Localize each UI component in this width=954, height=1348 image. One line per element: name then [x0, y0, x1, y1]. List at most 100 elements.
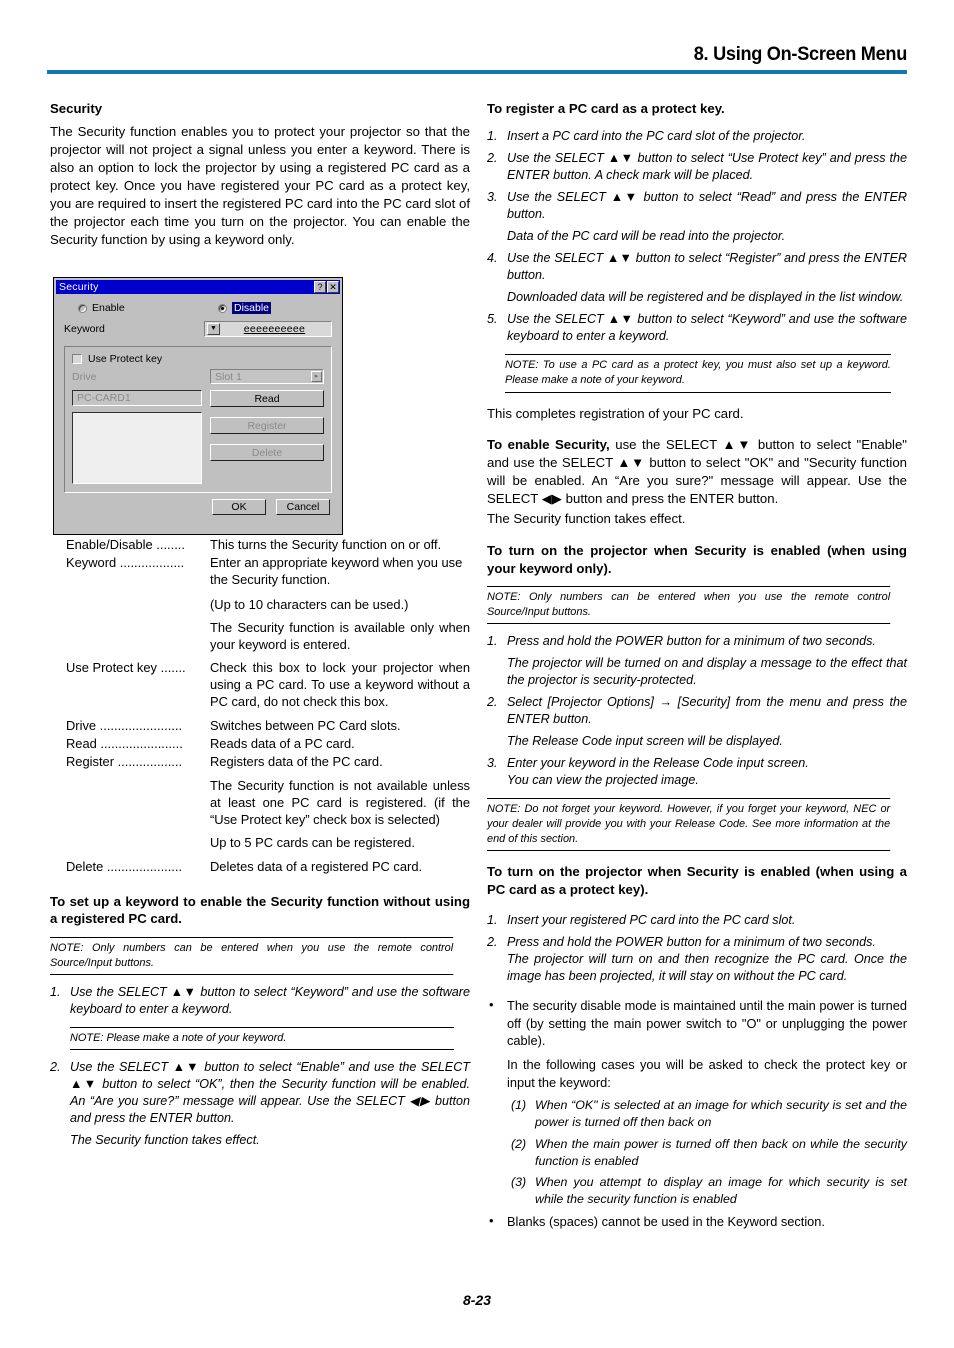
step-text: Use the SELECT ▲▼ button to select “Keyw… — [507, 312, 907, 344]
bullet-text: The security disable mode is maintained … — [507, 998, 907, 1049]
heading-setup-keyword: To set up a keyword to enable the Securi… — [50, 893, 470, 927]
note-remote-numbers: NOTE: Only numbers can be entered when y… — [50, 936, 454, 975]
right-column: To register a PC card as a protect key. … — [487, 100, 907, 1237]
pc-card-field: PC-CARD1 — [72, 390, 202, 406]
security-definition-list: Enable/Disable ........ This turns the S… — [50, 536, 470, 875]
definition-extra: (Up to 10 characters can be used.) — [210, 596, 409, 612]
radio-disable[interactable]: Disable — [218, 302, 272, 314]
completes-registration-text: This completes registration of your PC c… — [487, 405, 744, 421]
setup-step-tail: The Security function takes effect. — [70, 1132, 260, 1147]
enable-disable-radio-group: Enable Disable — [64, 302, 332, 314]
note-remote-numbers-2: NOTE: Only numbers can be entered when y… — [487, 586, 891, 625]
heading-turn-on-pc-card: To turn on the projector when Security i… — [487, 864, 907, 897]
step-text: Enter your keyword in the Release Code i… — [507, 756, 809, 771]
definition-description: Enter an appropriate keyword when you us… — [210, 555, 463, 588]
step-number: 1. — [487, 634, 498, 649]
drive-label: Drive — [72, 371, 97, 383]
heading-turn-on-keyword-only: To turn on the projector when Security i… — [487, 543, 907, 576]
step-number: 2. — [487, 151, 498, 166]
delete-button[interactable]: Delete — [210, 444, 324, 461]
definition-row: Drive ....................... Switches b… — [50, 717, 470, 734]
step-number: 2. — [487, 935, 498, 950]
definition-row: Use Protect key ....... Check this box t… — [50, 659, 470, 710]
step-text: Use the SELECT ▲▼ button to select “Regi… — [507, 251, 907, 283]
step-text-tail: You can view the projected image. — [507, 773, 699, 788]
definition-description: Deletes data of a registered PC card. — [210, 858, 423, 874]
register-button[interactable]: Register — [210, 417, 324, 434]
read-button[interactable]: Read — [210, 390, 324, 407]
step-text: Press and hold the POWER button for a mi… — [507, 935, 876, 950]
keyword-only-step: 1. Press and hold the POWER button for a… — [487, 633, 907, 650]
step-text: Select [Projector Options] → [Security] … — [507, 695, 907, 727]
ok-button[interactable]: OK — [212, 499, 266, 515]
register-step: 4. Use the SELECT ▲▼ button to select “R… — [487, 250, 907, 284]
definition-description: Switches between PC Card slots. — [210, 717, 401, 733]
radio-enable[interactable]: Enable — [64, 302, 218, 314]
close-icon[interactable]: ✕ — [327, 281, 339, 293]
radio-checked-icon — [218, 303, 227, 313]
case-number: (3) — [511, 1175, 527, 1190]
definition-description: Registers data of the PC card. — [210, 753, 383, 769]
register-step: 3. Use the SELECT ▲▼ button to select “R… — [487, 189, 907, 223]
keyword-only-step: 2. Select [Projector Options] → [Securit… — [487, 694, 907, 728]
definition-term: Keyword .................. — [66, 555, 185, 571]
step-number: 3. — [487, 190, 498, 205]
step-text: Insert a PC card into the PC card slot o… — [507, 129, 806, 144]
definition-row: Register .................. Registers da… — [50, 753, 470, 770]
setup-step: 1. Use the SELECT ▲▼ button to select “K… — [50, 984, 470, 1018]
register-step-note: Data of the PC card will be read into th… — [507, 229, 786, 244]
definition-continuation: Up to 5 PC cards can be registered. — [50, 828, 470, 851]
help-icon[interactable]: ? — [314, 281, 326, 293]
registered-cards-listbox[interactable] — [72, 412, 202, 484]
keyword-only-step: 3. Enter your keyword in the Release Cod… — [487, 755, 907, 789]
definition-row: Keyword .................. Enter an appr… — [50, 554, 470, 588]
bullet-text: Blanks (spaces) cannot be used in the Ke… — [507, 1213, 825, 1229]
setup-step: 2. Use the SELECT ▲▼ button to select “E… — [50, 1059, 470, 1127]
keyword-only-step-note: The Release Code input screen will be di… — [507, 734, 783, 749]
keyword-input[interactable]: ▼ eeeeeeeeee — [204, 321, 332, 337]
protect-key-left-col: Drive PC-CARD1 — [72, 369, 202, 484]
step-number: 2. — [50, 1059, 61, 1074]
step-text: Use the SELECT ▲▼ button to select “Read… — [507, 190, 907, 222]
definition-term: Delete ..................... — [66, 858, 183, 874]
protect-key-group: Use Protect key Drive PC-CARD1 Slot 1 ▸ — [64, 346, 332, 493]
step-number: 1. — [487, 913, 498, 928]
pc-card-step: 1. Insert your registered PC card into t… — [487, 912, 907, 929]
note-protect-key-keyword: NOTE: To use a PC card as a protect key,… — [505, 354, 891, 393]
keyword-value: eeeeeeeeee — [243, 323, 306, 335]
use-protect-key-checkbox[interactable]: Use Protect key — [72, 353, 324, 365]
case-text: When “OK" is selected at an image for wh… — [535, 1098, 907, 1130]
security-intro-paragraph: The Security function enables you to pro… — [50, 124, 470, 248]
definition-term: Register .................. — [66, 753, 183, 769]
definition-term: Use Protect key ....... — [66, 660, 186, 676]
definition-continuation: The Security function is available only … — [50, 613, 470, 653]
security-dialog-screenshot: Security ? ✕ Enable Disable Keyword ▼ ee… — [53, 277, 343, 535]
keyword-only-step-note: The projector will be turned on and disp… — [507, 656, 907, 688]
enable-security-lead: To enable Security, — [487, 437, 610, 453]
register-step-note: Downloaded data will be registered and b… — [507, 290, 904, 305]
document-page: 8. Using On-Screen Menu Security The Sec… — [0, 0, 954, 1348]
dialog-title-bar: Security ? ✕ — [56, 280, 340, 294]
definition-row: Enable/Disable ........ This turns the S… — [50, 536, 470, 553]
keyword-label: Keyword — [64, 323, 105, 335]
left-column: Security The Security function enables y… — [50, 100, 470, 1154]
register-step: 2. Use the SELECT ▲▼ button to select “U… — [487, 150, 907, 184]
chevron-down-icon[interactable]: ▼ — [207, 323, 220, 335]
step-text: Use the SELECT ▲▼ button to select “Enab… — [70, 1059, 470, 1125]
step-text-tail: The projector will turn on and then reco… — [507, 952, 907, 984]
step-number: 5. — [487, 312, 498, 327]
step-text: Use the SELECT ▲▼ button to select “Keyw… — [70, 984, 470, 1016]
bullet-item: • Blanks (spaces) cannot be used in the … — [487, 1213, 907, 1231]
dialog-title: Security — [59, 280, 99, 293]
bullet-dot-icon: • — [489, 1212, 494, 1228]
cancel-button[interactable]: Cancel — [276, 499, 330, 515]
drive-slot-select[interactable]: Slot 1 ▸ — [210, 369, 324, 384]
dialog-footer: OK Cancel — [64, 499, 332, 515]
use-protect-key-label: Use Protect key — [88, 353, 163, 365]
step-text: Use the SELECT ▲▼ button to select “Use … — [507, 151, 907, 183]
definition-term: Drive ....................... — [66, 717, 183, 733]
dialog-title-bar-buttons: ? ✕ — [314, 281, 339, 293]
keyword-only-steps-list: 1. Press and hold the POWER button for a… — [487, 633, 907, 789]
chevron-right-icon: ▸ — [311, 371, 322, 382]
definition-row: Read ....................... Reads data … — [50, 735, 470, 752]
